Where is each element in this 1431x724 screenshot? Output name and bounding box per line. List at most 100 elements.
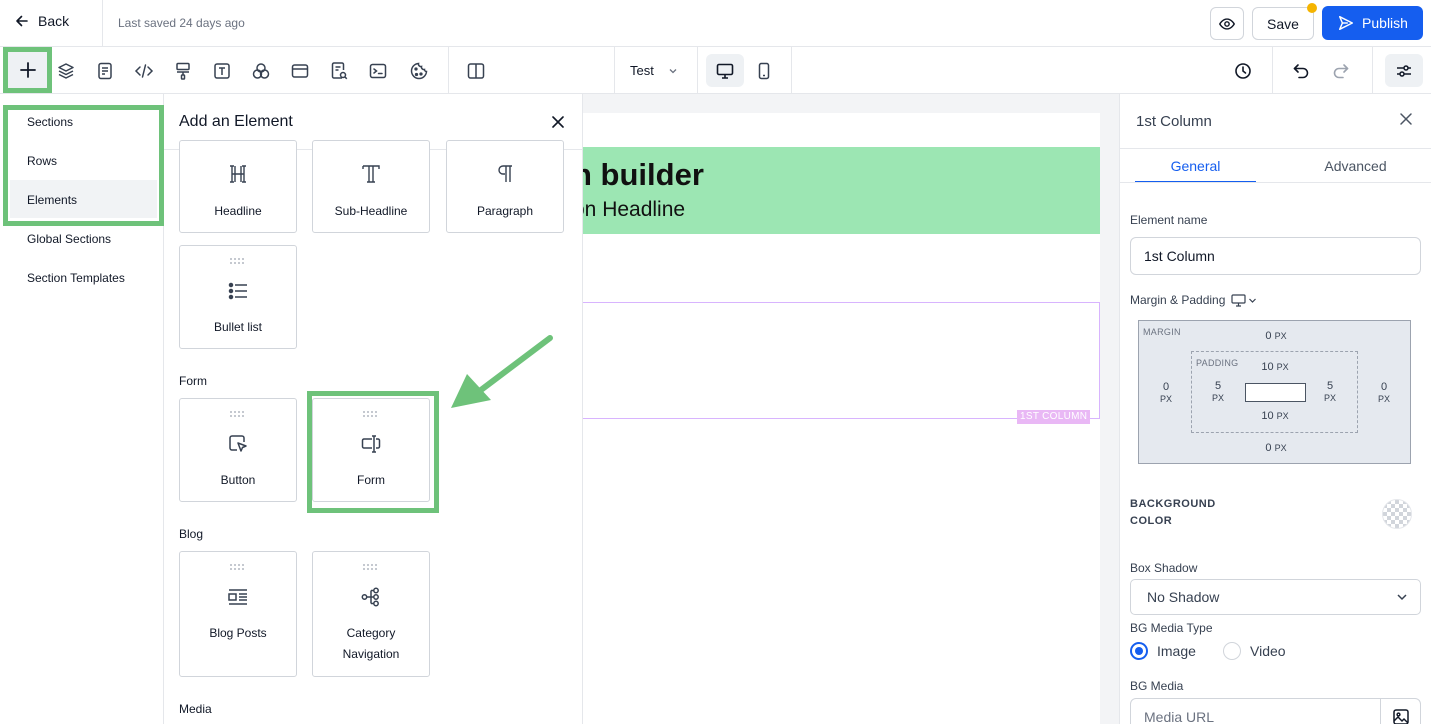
media-library-button[interactable]: [1380, 698, 1420, 724]
element-card-label: Paragraph: [476, 204, 534, 218]
margin-padding-editor: MARGIN 0 PX 0 PX 0 PX 0 PX PADDING 10 PX 1…: [1138, 320, 1411, 464]
preview-button[interactable]: [1210, 7, 1244, 40]
typography-button[interactable]: [211, 60, 233, 82]
drag-handle-icon: [230, 411, 246, 417]
seo-button[interactable]: [328, 60, 350, 82]
padding-left-value[interactable]: 5 PX: [1203, 380, 1233, 404]
chevron-down-icon: [1397, 594, 1407, 601]
divider: [614, 47, 615, 94]
close-icon: [552, 116, 564, 128]
box-shadow-value: No Shadow: [1147, 589, 1220, 605]
device-select[interactable]: [1231, 293, 1257, 307]
category-label-media: Media: [179, 702, 212, 716]
history-button[interactable]: [1232, 60, 1254, 82]
save-button[interactable]: Save: [1252, 7, 1314, 40]
layout-icon: [291, 64, 309, 78]
selected-column-outline[interactable]: [583, 302, 1100, 419]
settings-panel-button[interactable]: [1385, 54, 1423, 87]
category-navigation-icon: [360, 586, 382, 608]
element-card-paragraph[interactable]: Paragraph: [446, 140, 564, 233]
drag-handle-icon: [230, 258, 246, 264]
undo-button[interactable]: [1290, 60, 1312, 82]
search-doc-icon: [331, 62, 348, 80]
box-shadow-select[interactable]: No Shadow: [1130, 579, 1421, 615]
media-type-image-radio[interactable]: Image: [1130, 642, 1196, 660]
cookie-button[interactable]: [408, 60, 430, 82]
box-shadow-label: Box Shadow: [1130, 561, 1198, 575]
page-canvas: n builder on Headline 1ST COLUMN: [583, 94, 1119, 724]
margin-left-value[interactable]: 0 PX: [1151, 381, 1181, 405]
desktop-view-button[interactable]: [706, 54, 744, 87]
margin-padding-label: Margin & Padding: [1130, 293, 1226, 307]
element-name-input[interactable]: 1st Column: [1130, 237, 1421, 275]
hero-sub-headline[interactable]: on Headline: [583, 198, 685, 222]
layout-button[interactable]: [289, 60, 311, 82]
layers-button[interactable]: [55, 60, 77, 82]
margin-bottom-value[interactable]: 0 PX: [1251, 442, 1301, 454]
pages-button[interactable]: [94, 60, 116, 82]
panel-title: Add an Element: [179, 113, 293, 130]
media-type-video-radio[interactable]: Video: [1223, 642, 1286, 660]
padding-top-value[interactable]: 10 PX: [1250, 361, 1300, 373]
background-color-swatch[interactable]: [1382, 499, 1412, 529]
back-button[interactable]: Back: [14, 13, 69, 29]
column-badge: 1ST COLUMN: [1017, 410, 1091, 424]
element-card-bullet-list[interactable]: Bullet list: [179, 245, 297, 349]
code-button[interactable]: [133, 60, 155, 82]
arrow-left-icon: [16, 15, 28, 27]
tracking-code-button[interactable]: [367, 60, 389, 82]
bg-media-label: BG Media: [1130, 679, 1184, 693]
eye-icon: [1218, 17, 1236, 30]
content-box: [1245, 383, 1306, 402]
element-card-blog-posts[interactable]: Blog Posts: [179, 551, 297, 677]
sliders-icon: [1397, 64, 1411, 77]
element-card-category-navigation[interactable]: Category Navigation: [312, 551, 430, 677]
code-icon: [134, 64, 154, 78]
cookie-icon: [410, 62, 428, 80]
redo-button[interactable]: [1330, 60, 1352, 82]
mobile-view-button[interactable]: [753, 60, 775, 82]
padding-right-value[interactable]: 5 PX: [1315, 380, 1345, 404]
close-properties-button[interactable]: [1398, 111, 1414, 127]
divider: [1372, 47, 1373, 94]
hero-section[interactable]: n builder on Headline: [583, 147, 1100, 234]
element-card-button[interactable]: Button: [179, 398, 297, 502]
unsaved-indicator-dot: [1307, 3, 1317, 13]
split-view-button[interactable]: [465, 60, 487, 82]
element-card-sub-headline[interactable]: Sub-Headline: [312, 140, 430, 233]
background-color-label-line1: BACKGROUND: [1130, 498, 1216, 510]
blog-posts-icon: [227, 586, 249, 608]
divider: [1120, 182, 1431, 183]
media-url-input[interactable]: Media URL: [1130, 698, 1421, 724]
desktop-icon: [1231, 293, 1246, 307]
publish-button[interactable]: Publish: [1322, 6, 1423, 40]
mobile-icon: [758, 62, 770, 80]
highlight-box: [307, 391, 439, 513]
divider: [102, 0, 103, 47]
margin-top-value[interactable]: 0 PX: [1251, 330, 1301, 342]
nav-item-section-templates[interactable]: Section Templates: [27, 271, 125, 285]
version-select[interactable]: Test: [630, 63, 678, 78]
divider: [697, 47, 698, 94]
left-nav: Sections Rows Elements Global Sections S…: [0, 94, 164, 724]
text-box-icon: [214, 63, 230, 79]
element-card-label: Headline: [214, 204, 262, 218]
bg-media-type-label: BG Media Type: [1130, 621, 1213, 635]
margin-caption: MARGIN: [1143, 327, 1181, 337]
version-select-value: Test: [630, 63, 654, 78]
margin-right-value[interactable]: 0 PX: [1369, 381, 1399, 405]
properties-panel: 1st Column General Advanced Element name…: [1119, 94, 1431, 724]
padding-bottom-value[interactable]: 10 PX: [1250, 410, 1300, 422]
margin-padding-header: Margin & Padding: [1130, 293, 1257, 307]
paragraph-icon: [494, 163, 516, 185]
chevron-down-icon: [1249, 298, 1257, 303]
element-card-headline[interactable]: Headline: [179, 140, 297, 233]
tab-general[interactable]: General: [1135, 149, 1256, 183]
add-element-button[interactable]: [3, 47, 52, 93]
styles-button[interactable]: [172, 60, 194, 82]
hero-headline[interactable]: n builder: [583, 157, 704, 193]
tab-advanced[interactable]: Advanced: [1295, 149, 1416, 183]
colors-button[interactable]: [250, 60, 272, 82]
nav-item-global-sections[interactable]: Global Sections: [27, 232, 111, 246]
close-panel-button[interactable]: [548, 112, 568, 132]
